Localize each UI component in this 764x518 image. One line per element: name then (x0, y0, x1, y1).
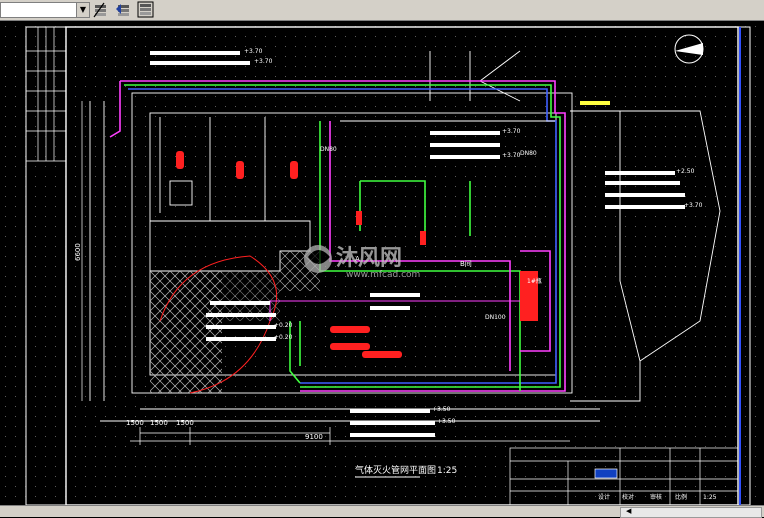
drawing-scale: 1:25 (437, 466, 457, 476)
cad-drawing: 1500 1500 1500 9100 6600 DN80 DN80 DN100… (0, 21, 764, 506)
dim-bottom-c: 1500 (176, 419, 194, 427)
elev-f: +3.70 (684, 202, 703, 209)
horizontal-scrollbar[interactable] (620, 507, 762, 518)
tb-scale-label: 比例 (675, 493, 687, 501)
layer-combo[interactable]: ▼ (0, 2, 90, 18)
drawing-title: 气体灭火管网平面图 (355, 464, 436, 476)
elev-c: +0.20 (274, 322, 293, 329)
tb-scale-value: 1:25 (703, 494, 717, 501)
layer-previous-icon[interactable] (115, 1, 133, 19)
layer-state-icon[interactable] (137, 1, 155, 19)
label-dn-a: DN80 (320, 146, 337, 153)
chevron-down-icon[interactable]: ▼ (76, 3, 89, 17)
elev-j: +3.70 (502, 152, 521, 159)
elev-i: +3.70 (502, 128, 521, 135)
elev-g: +3.50 (432, 406, 451, 413)
dim-bottom-total: 9100 (305, 433, 323, 441)
label-room-b: B间 (460, 260, 472, 268)
elev-b: +3.70 (254, 58, 273, 65)
tb-check: 校对 (622, 493, 634, 501)
dim-bottom-b: 1500 (150, 419, 168, 427)
dim-left-v: 6600 (74, 243, 82, 261)
status-bar: ◀ (0, 505, 764, 518)
elev-a: +3.70 (244, 48, 263, 55)
toolbar: ▼ (0, 0, 764, 21)
elev-d: +0.20 (274, 334, 293, 341)
drawing-canvas[interactable]: 1500 1500 1500 9100 6600 DN80 DN80 DN100… (0, 21, 764, 506)
watermark-brand: 沐风网 (336, 246, 402, 271)
label-gas: 1#瓶 (527, 277, 542, 285)
dim-bottom-a: 1500 (126, 419, 144, 427)
tb-review: 审核 (650, 493, 662, 501)
watermark-url: www.mfcad.com (346, 270, 420, 280)
scroll-left-icon[interactable]: ◀ (626, 507, 631, 515)
tb-design: 设计 (598, 493, 610, 501)
elev-e: +2.50 (676, 168, 695, 175)
layer-properties-icon[interactable] (92, 1, 110, 19)
elev-h: +3.50 (437, 418, 456, 425)
toolbar-filler (158, 0, 764, 20)
label-dn-c: DN100 (485, 314, 506, 321)
label-dn-b: DN80 (520, 150, 537, 157)
